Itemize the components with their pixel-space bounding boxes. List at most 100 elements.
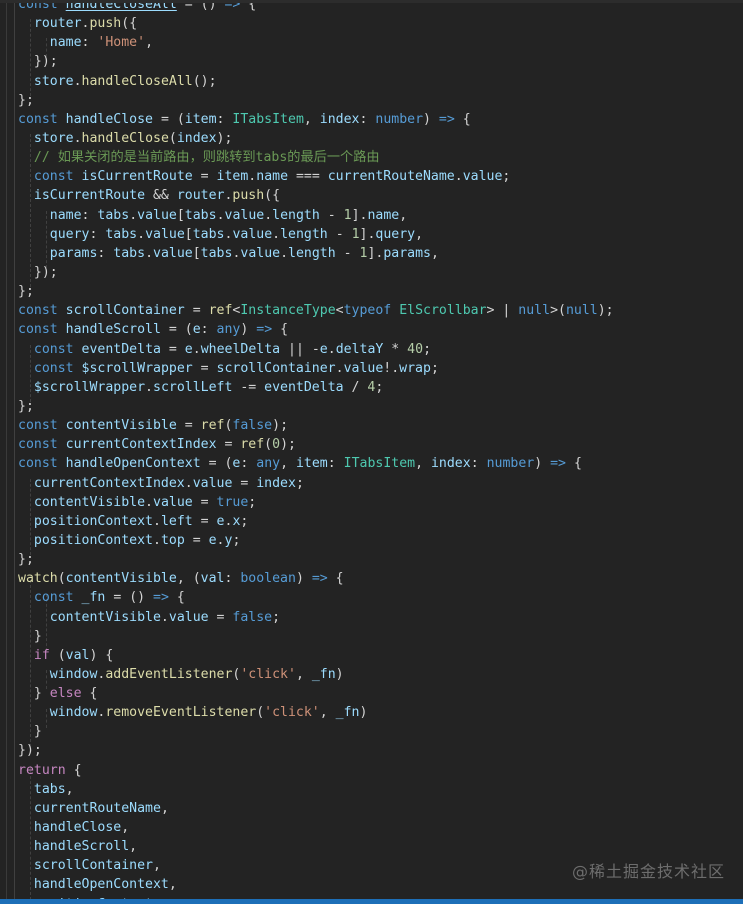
code-token: scrollContainer [216,360,336,376]
code-token: value [343,360,384,376]
code-token: window [49,705,98,721]
code-token: { [65,762,82,778]
code-token: wheelDelta [200,341,281,357]
code-token: const [33,590,74,606]
code-line: window.removeEventListener('click', _fn) [0,703,743,722]
code-token: = [184,303,209,319]
code-token: value [168,609,209,625]
code-token: ITabsItem [232,111,304,127]
code-token: ) [423,111,439,127]
code-token: 'Home' [97,35,146,51]
code-content[interactable]: const handleCloseAll = () => { router.pu… [0,0,743,904]
code-token: ]. [351,207,368,223]
code-token: && [145,188,177,204]
code-token: ref [200,418,225,434]
code-line: name: 'Home', [0,33,743,52]
horizontal-scrollbar[interactable] [0,899,743,904]
code-token: = [192,513,217,529]
code-token: ( [264,437,273,453]
code-token: => [311,571,328,587]
code-token: e [184,341,193,357]
code-token: const [18,111,58,127]
code-token: handleCloseAll [65,0,177,12]
horizontal-scrollbar-thumb[interactable] [0,899,743,904]
code-token: >( [550,303,566,319]
code-token: ; [423,341,432,357]
code-token: contentVisible [65,418,177,434]
code-token: const [33,360,74,376]
code-line: currentRouteName, [0,799,743,818]
code-token: . [145,379,153,395]
code-line: $scrollWrapper.scrollLeft -= eventDelta … [0,378,743,397]
code-token: _fn [311,666,336,682]
code-token: val [200,571,225,587]
editor-surface[interactable]: const handleCloseAll = () => { router.pu… [0,0,743,904]
code-token: length [272,207,320,223]
code-line: handleScroll, [0,837,743,856]
code-token: const [18,322,58,338]
code-token: length [280,226,328,242]
code-token: name [256,169,289,185]
code-token: const [18,303,58,319]
code-token: else [49,686,82,702]
code-token: item [184,111,217,127]
code-token: : [224,571,241,587]
code-token: . [145,245,154,261]
code-token: , ( [176,571,201,587]
code-line: name: tabs.value[tabs.value.length - 1].… [0,206,743,225]
code-token: ) { [89,647,114,663]
code-token: wrap [399,360,431,376]
code-token: const [18,437,58,453]
code-token: > | [486,303,519,319]
code-token: . [145,494,153,510]
code-token: InstanceType [240,303,336,319]
code-token: }; [18,552,34,568]
code-token: e [192,322,201,338]
code-token: any [216,322,241,338]
code-token: = [232,475,257,491]
code-token: , [168,877,177,893]
code-token: . [73,130,82,146]
code-line: }); [0,263,743,282]
code-token: contentVisible [33,494,146,510]
code-token: item [295,456,328,472]
code-line: router.push({ [0,14,743,33]
code-token: , [431,245,439,261]
code-token: ) [295,571,312,587]
code-token: ( [256,705,265,721]
code-token: 40 [407,341,424,357]
code-token: top [160,532,185,548]
code-token: query [49,226,90,242]
code-token: . [184,475,193,491]
code-token: handleScroll [65,322,161,338]
code-token: tabs [184,207,217,223]
code-token: value [192,475,233,491]
code-token: , [399,207,408,223]
code-token: e [319,341,328,357]
code-token: - [327,226,352,242]
code-token: addEventListener [105,666,233,682]
code-token: = () [105,590,154,606]
code-token: . [272,226,281,242]
code-token: * [383,341,408,357]
code-line: // 如果关闭的是当前路由，则跳转到tabs的最后一个路由 [0,148,743,167]
code-token: , [280,456,296,472]
code-token: } [18,724,42,740]
code-token: number [375,111,424,127]
code-token: any [256,456,281,472]
code-token: . [192,341,201,357]
code-line: return { [0,761,743,780]
code-token: false [232,418,273,434]
